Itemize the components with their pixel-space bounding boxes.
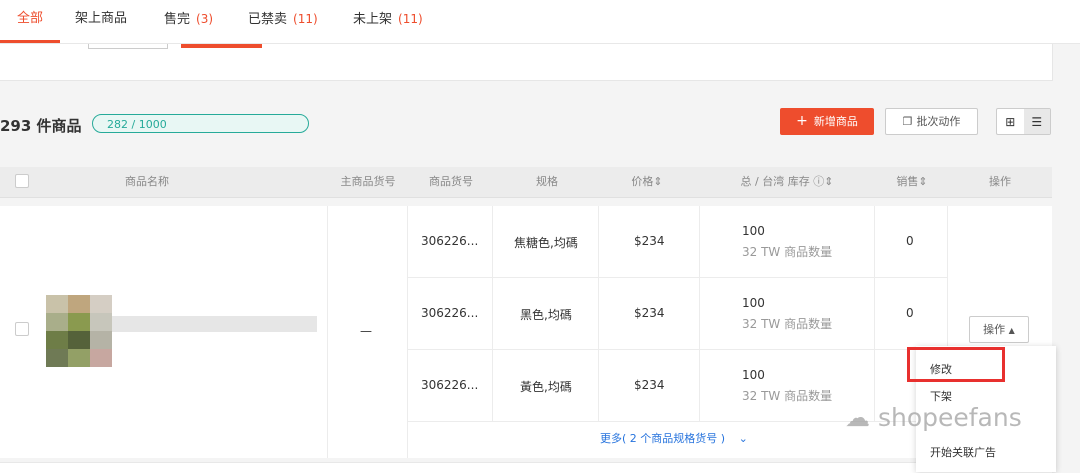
more-variants-label: 更多( 2 个商品规格货号 ) [600, 432, 726, 445]
divider [327, 206, 328, 458]
menu-item-delist[interactable]: 下架 [930, 388, 952, 404]
caret-up-icon: ▲ [1008, 326, 1015, 335]
col-sales-label: 销售 [896, 175, 919, 188]
parent-sku: — [360, 324, 372, 338]
filter-panel [0, 44, 1053, 81]
wechat-icon: ☁ [845, 403, 870, 432]
col-stock-label: 总 / 台湾 库存 [740, 175, 810, 188]
tab-banned[interactable]: 已禁卖 (11) [248, 0, 318, 43]
col-sku: 商品货号 [429, 175, 473, 188]
tab-soldout[interactable]: 售完 (3) [164, 0, 213, 43]
variant-price: $234 [634, 234, 665, 248]
product-thumbnail[interactable] [46, 295, 112, 367]
variant-price: $234 [634, 378, 665, 392]
tab-label: 已禁卖 [248, 12, 288, 27]
tab-count: (11) [398, 12, 423, 26]
active-tab-indicator [0, 40, 60, 43]
status-tabs: 全部 架上商品 售完 (3) 已禁卖 (11) 未上架 (11) [0, 0, 1080, 44]
variant-stock-tw: 32 TW 商品数量 [742, 245, 833, 259]
col-actions: 操作 [989, 175, 1011, 188]
table-header: 商品名称 主商品货号 商品货号 规格 价格⇕ 总 / 台湾 库存 ⓘ⇕ 销售⇕ … [0, 167, 1052, 198]
menu-item-start-ads[interactable]: 开始关联广告 [930, 444, 996, 460]
variant-sku: 306226... [421, 378, 479, 392]
chevron-down-icon: ⌄ [738, 432, 748, 445]
tab-count: (11) [293, 12, 318, 26]
watermark: ☁ shopeefans [845, 403, 1022, 432]
variant-variation: 焦糖色,均碼 [514, 236, 578, 250]
more-variants-link[interactable]: 更多( 2 个商品规格货号 ) ⌄ [600, 430, 748, 446]
variant-sales: 0 [906, 234, 914, 248]
variant-stock-tw: 32 TW 商品数量 [742, 389, 833, 403]
divider [699, 206, 700, 421]
tab-count: (3) [196, 12, 214, 26]
plus-icon: + [796, 113, 808, 129]
sort-icon: ⇕ [918, 175, 928, 188]
variant-variation: 黑色,均碼 [520, 308, 572, 322]
tab-label: 未上架 [353, 12, 393, 27]
tab-label: 架上商品 [75, 11, 128, 26]
tab-unlisted[interactable]: 未上架 (11) [353, 0, 423, 43]
divider [407, 349, 947, 350]
batch-action-label: 批次动作 [916, 115, 961, 128]
action-menu-button[interactable]: 操作 ▲ [969, 316, 1029, 343]
divider [407, 277, 947, 278]
variant-stock-total: 100 [742, 368, 765, 382]
view-toggle: ⊞ ☰ [996, 108, 1051, 135]
col-name: 商品名称 [125, 175, 169, 188]
col-price[interactable]: 价格⇕ [612, 167, 682, 197]
variant-sku: 306226... [421, 306, 479, 320]
product-name[interactable] [112, 316, 317, 332]
tab-all[interactable]: 全部 [17, 0, 43, 43]
row-checkbox[interactable] [15, 322, 29, 336]
next-table-row [0, 462, 1052, 473]
sort-icon: ⇕ [824, 175, 834, 188]
variant-sales: 0 [906, 306, 914, 320]
variant-sku: 306226... [421, 234, 479, 248]
col-price-label: 价格 [631, 175, 654, 188]
watermark-text: shopeefans [877, 403, 1022, 432]
sort-icon: ⇕ [653, 175, 663, 188]
divider [874, 206, 875, 421]
divider [598, 206, 599, 421]
variant-stock-total: 100 [742, 296, 765, 310]
select-all-checkbox[interactable] [15, 174, 29, 188]
tab-label: 全部 [17, 11, 44, 26]
variant-stock-tw: 32 TW 商品数量 [742, 317, 833, 331]
info-icon: ⓘ [813, 175, 825, 188]
col-stock[interactable]: 总 / 台湾 库存 ⓘ⇕ [712, 167, 862, 197]
add-product-button[interactable]: + 新增商品 [780, 108, 874, 135]
action-menu-label: 操作 [983, 323, 1006, 336]
variant-price: $234 [634, 306, 665, 320]
batch-action-button[interactable]: ❐ 批次动作 [885, 108, 978, 135]
highlight-box [907, 347, 1005, 382]
quota-badge: 282 / 1000 [92, 114, 309, 133]
tab-live[interactable]: 架上商品 [75, 0, 127, 43]
col-variation: 规格 [536, 175, 558, 188]
add-product-label: 新增商品 [813, 115, 858, 128]
copy-icon: ❐ [902, 115, 913, 128]
product-count: 293 件商品 [0, 117, 82, 135]
search-button[interactable] [181, 44, 262, 48]
tab-label: 售完 [164, 12, 191, 27]
reset-button[interactable] [88, 44, 168, 49]
grid-icon[interactable]: ⊞ [997, 109, 1024, 134]
variant-variation: 黃色,均碼 [520, 380, 572, 394]
variant-stock-total: 100 [742, 224, 765, 238]
list-icon[interactable]: ☰ [1023, 109, 1050, 134]
divider [492, 206, 493, 421]
col-sales[interactable]: 销售⇕ [880, 167, 944, 197]
col-parent-sku: 主商品货号 [340, 175, 396, 188]
